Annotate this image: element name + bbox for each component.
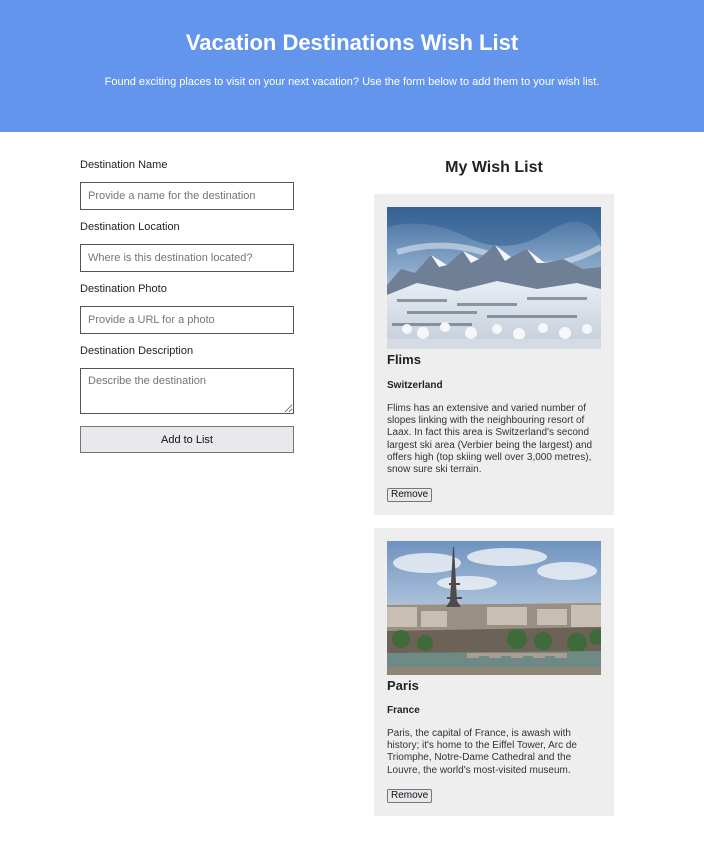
page-title: Vacation Destinations Wish List xyxy=(185,30,519,55)
destination-name: Paris xyxy=(387,678,419,693)
remove-button[interactable]: Remove xyxy=(387,488,433,503)
page-subtitle: Found exciting places to visit on your n… xyxy=(104,76,600,88)
destination-form: Destination Name Destination Location De… xyxy=(80,158,294,453)
add-to-list-button[interactable]: Add to List xyxy=(80,426,294,453)
page-header: Vacation Destinations Wish List Found ex… xyxy=(0,0,704,132)
destination-card: Flims Switzerland Flims has an extensive… xyxy=(374,194,614,515)
destination-photo xyxy=(387,207,601,349)
photo-url-input[interactable] xyxy=(80,306,294,334)
destination-card: Paris France Paris, the capital of Franc… xyxy=(374,528,614,816)
name-label: Destination Name xyxy=(80,159,168,171)
destination-name: Flims xyxy=(387,352,421,367)
description-textarea[interactable] xyxy=(80,368,294,414)
location-label: Destination Location xyxy=(80,221,180,233)
location-input[interactable] xyxy=(80,244,294,272)
destination-description: Paris, the capital of France, is awash w… xyxy=(387,728,577,776)
destination-description: Flims has an extensive and varied number… xyxy=(387,403,593,476)
wishlist-title: My Wish List xyxy=(445,159,543,176)
destination-location: France xyxy=(387,705,420,716)
remove-button[interactable]: Remove xyxy=(387,788,433,803)
description-label: Destination Description xyxy=(80,345,194,357)
name-input[interactable] xyxy=(80,182,294,210)
photo-label: Destination Photo xyxy=(80,283,167,295)
destination-location: Switzerland xyxy=(387,380,443,391)
destination-photo xyxy=(387,541,601,675)
